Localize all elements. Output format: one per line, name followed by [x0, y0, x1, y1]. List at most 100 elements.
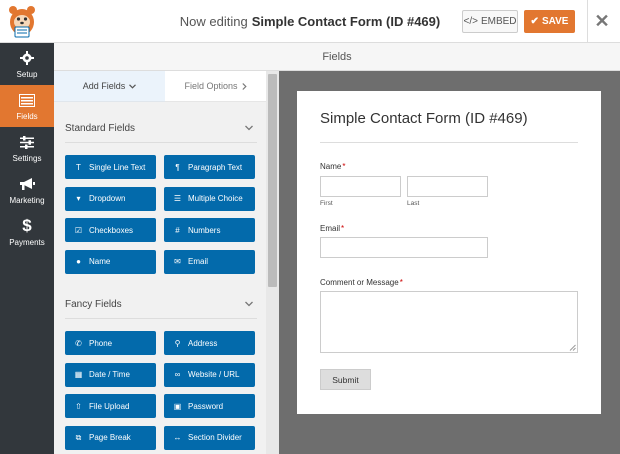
add-field-button-password[interactable]: ▣ Password [164, 394, 255, 418]
add-field-button-date-time[interactable]: ▦ Date / Time [65, 362, 156, 387]
required-marker: * [399, 278, 403, 287]
last-sublabel: Last [407, 200, 420, 207]
code-icon: </> [463, 16, 478, 27]
add-field-button-single-line-text[interactable]: T Single Line Text [65, 155, 156, 179]
label-text: Name [320, 162, 342, 171]
add-field-button-address[interactable]: ⚲ Address [164, 331, 255, 355]
add-field-button-dropdown[interactable]: ▾ Dropdown [65, 186, 156, 211]
add-field-button-name[interactable]: ● Name [65, 249, 156, 274]
add-field-button-email[interactable]: ✉ Email [164, 249, 255, 274]
required-marker: * [342, 162, 346, 171]
email-label: Email* [320, 224, 344, 233]
paragraph-icon: ¶ [175, 162, 180, 172]
sidebar-item-payments[interactable]: $ Payments [0, 211, 54, 253]
add-field-button-section-divider[interactable]: ↔ Section Divider [164, 425, 255, 450]
add-field-button-numbers[interactable]: # Numbers [164, 218, 255, 242]
dropdown-icon: ▾ [76, 194, 81, 203]
field-button-label: Name [89, 257, 111, 266]
field-button-label: Phone [89, 338, 113, 348]
divider [320, 142, 578, 143]
field-button-label: Section Divider [188, 433, 242, 442]
last-name-input[interactable] [407, 176, 488, 197]
top-bar: Now editing Simple Contact Form (ID #469)… [0, 0, 620, 43]
label-text: Comment or Message [320, 278, 399, 287]
sidebar-item-setup[interactable]: Setup [0, 43, 54, 85]
save-button[interactable]: ✔ SAVE [524, 10, 575, 33]
field-button-label: Email [188, 257, 209, 266]
field-button-label: Page Break [89, 433, 131, 442]
gear-icon [0, 49, 54, 67]
panel-tabs: Add Fields Field Options [54, 71, 266, 102]
label-text: Email [320, 224, 341, 233]
phone-icon: ✆ [75, 338, 82, 348]
field-button-label: Single Line Text [89, 162, 146, 172]
required-marker: * [341, 224, 345, 233]
add-field-button-website-url[interactable]: ∞ Website / URL [164, 362, 255, 387]
chevron-right-icon [241, 82, 247, 90]
sliders-icon [0, 133, 54, 151]
add-field-button-page-break[interactable]: ⧉ Page Break [65, 425, 156, 450]
close-icon[interactable]: ✕ [594, 12, 610, 30]
field-button-label: Multiple Choice [188, 194, 243, 203]
save-label: SAVE [541, 16, 569, 27]
divider [587, 0, 588, 43]
add-field-button-file-upload[interactable]: ⇧ File Upload [65, 394, 156, 418]
checkbox-icon: ☑ [74, 225, 83, 235]
checkmark-icon: ✔ [530, 16, 539, 27]
first-name-input[interactable] [320, 176, 401, 197]
upload-icon: ⇧ [75, 401, 82, 411]
chevron-down-icon [129, 83, 137, 89]
tab-field-options[interactable]: Field Options [165, 71, 266, 102]
sidebar-item-settings[interactable]: Settings [0, 127, 54, 169]
user-icon: ● [76, 257, 81, 266]
calendar-icon: ▦ [74, 370, 83, 379]
fields-panel: Add Fields Field Options Standard Fields… [54, 71, 279, 454]
divider [65, 318, 257, 319]
copy-icon: ⧉ [75, 432, 82, 442]
map-pin-icon: ⚲ [174, 338, 181, 348]
sidebar-item-label: Setup [16, 70, 38, 79]
add-field-button-paragraph-text[interactable]: ¶ Paragraph Text [164, 155, 255, 179]
email-input[interactable] [320, 237, 488, 258]
field-button-label: Website / URL [188, 370, 240, 379]
fancy-fields-title: Fancy Fields [65, 299, 122, 310]
add-field-button-phone[interactable]: ✆ Phone [65, 331, 156, 355]
scrollbar-thumb[interactable] [268, 74, 277, 287]
field-button-label: Address [188, 338, 218, 348]
divider [65, 142, 257, 143]
comment-textarea[interactable] [320, 291, 578, 353]
hash-icon: # [175, 225, 180, 235]
add-field-button-multiple-choice[interactable]: ☰ Multiple Choice [164, 186, 255, 211]
sidebar-item-fields[interactable]: Fields [0, 85, 54, 127]
text-line-icon: T [76, 162, 81, 172]
fields-header: Fields [54, 43, 620, 71]
sidebar-item-label: Fields [16, 112, 38, 121]
embed-label: EMBED [480, 16, 517, 27]
field-button-label: Checkboxes [89, 225, 134, 235]
field-button-label: Password [188, 401, 224, 411]
tab-add-fields[interactable]: Add Fields [54, 71, 165, 102]
comment-label: Comment or Message* [320, 278, 403, 287]
field-button-label: Numbers [188, 225, 221, 235]
tab-label: Field Options [184, 81, 238, 91]
list-bullet-icon: ☰ [173, 194, 182, 203]
chevron-down-icon[interactable] [244, 123, 254, 133]
tab-label: Add Fields [82, 81, 126, 91]
envelope-icon: ✉ [174, 257, 181, 266]
divider-icon: ↔ [173, 433, 182, 442]
sidebar-item-label: Payments [9, 238, 45, 247]
resize-handle-icon[interactable] [569, 344, 576, 351]
first-sublabel: First [320, 200, 333, 207]
sidebar-item-marketing[interactable]: Marketing [0, 169, 54, 211]
name-label: Name* [320, 162, 345, 171]
form-title: Simple Contact Form (ID #469) [320, 110, 528, 127]
field-button-label: Dropdown [89, 194, 126, 203]
sidebar: Setup Fields Settings Marketing $ Paymen… [0, 43, 54, 454]
field-button-label: Paragraph Text [188, 162, 243, 172]
embed-button[interactable]: </> EMBED [462, 10, 518, 33]
add-field-button-checkboxes[interactable]: ☑ Checkboxes [65, 218, 156, 242]
submit-button[interactable]: Submit [320, 369, 371, 390]
link-icon: ∞ [174, 370, 181, 379]
chevron-down-icon[interactable] [244, 299, 254, 309]
standard-fields-title: Standard Fields [65, 123, 136, 134]
